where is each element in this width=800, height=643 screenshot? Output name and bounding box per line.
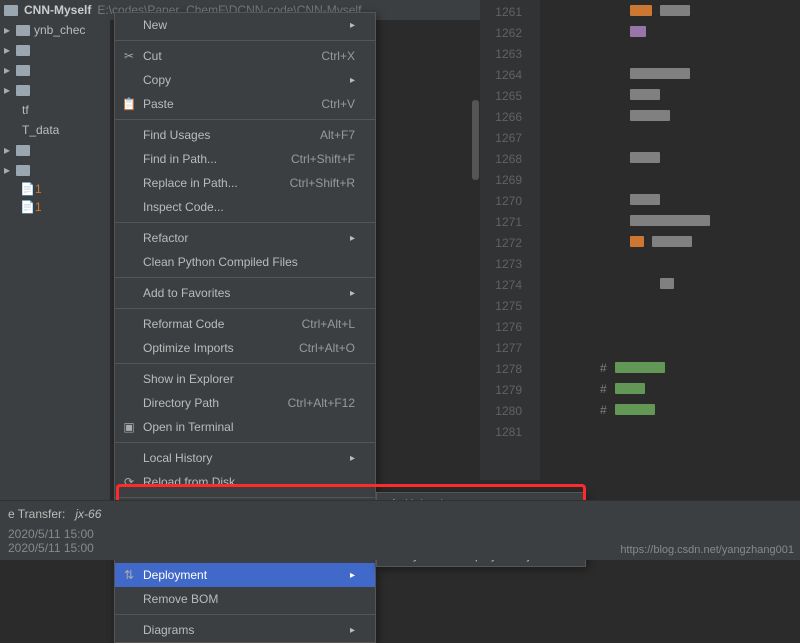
line-number: 1278 (480, 359, 522, 380)
menu-deployment[interactable]: ⇅Deployment▸ (115, 563, 375, 587)
line-number: 1277 (480, 338, 522, 359)
menu-separator (115, 40, 375, 41)
tree-item[interactable]: ▸ (0, 60, 110, 80)
chevron-right-icon: ▸ (350, 570, 355, 581)
chevron-right-icon: ▸ (4, 43, 12, 57)
menu-directory-path[interactable]: Directory PathCtrl+Alt+F12 (115, 391, 375, 415)
menu-reload-disk[interactable]: ⟳Reload from Disk (115, 470, 375, 494)
chevron-right-icon: ▸ (350, 625, 355, 636)
folder-icon (16, 165, 30, 176)
line-number: 1280 (480, 401, 522, 422)
line-number: 1263 (480, 44, 522, 65)
line-number: 1261 (480, 2, 522, 23)
menu-optimize-imports[interactable]: Optimize ImportsCtrl+Alt+O (115, 336, 375, 360)
menu-remove-bom[interactable]: Remove BOM (115, 587, 375, 611)
menu-copy[interactable]: Copy▸ (115, 68, 375, 92)
menu-diagrams[interactable]: Diagrams▸ (115, 618, 375, 642)
reload-icon: ⟳ (121, 475, 137, 489)
menu-clean-python[interactable]: Clean Python Compiled Files (115, 250, 375, 274)
tree-item[interactable]: ▸ynb_chec (0, 20, 110, 40)
chevron-right-icon: ▸ (350, 75, 355, 86)
menu-new[interactable]: New▸ (115, 13, 375, 37)
timestamp: 2020/5/11 15:00 (0, 527, 800, 541)
chevron-right-icon: ▸ (350, 453, 355, 464)
menu-separator (115, 497, 375, 498)
line-number: 1272 (480, 233, 522, 254)
menu-refactor[interactable]: Refactor▸ (115, 226, 375, 250)
chevron-right-icon: ▸ (4, 63, 12, 77)
line-number: 1275 (480, 296, 522, 317)
chevron-right-icon: ▸ (4, 23, 12, 37)
menu-separator (115, 119, 375, 120)
line-number: 1269 (480, 170, 522, 191)
clipboard-icon: 📋 (121, 97, 137, 111)
menu-find-usages[interactable]: Find UsagesAlt+F7 (115, 123, 375, 147)
chevron-right-icon: ▸ (350, 233, 355, 244)
menu-find-in-path[interactable]: Find in Path...Ctrl+Shift+F (115, 147, 375, 171)
scissors-icon: ✂ (121, 49, 137, 63)
menu-local-history[interactable]: Local History▸ (115, 446, 375, 470)
deployment-icon: ⇅ (121, 568, 137, 582)
line-number: 1268 (480, 149, 522, 170)
folder-icon (16, 45, 30, 56)
menu-reformat[interactable]: Reformat CodeCtrl+Alt+L (115, 312, 375, 336)
menu-separator (115, 614, 375, 615)
folder-icon (16, 85, 30, 96)
tree-item[interactable]: ▸ (0, 140, 110, 160)
chevron-right-icon: ▸ (4, 143, 12, 157)
line-number: 1273 (480, 254, 522, 275)
line-number: 1271 (480, 212, 522, 233)
line-number: 1265 (480, 86, 522, 107)
terminal-icon: ▣ (121, 420, 137, 434)
menu-separator (115, 222, 375, 223)
line-number: 1276 (480, 317, 522, 338)
annotate-badge: 📄 1 (20, 180, 110, 198)
transfer-label: e Transfer: (8, 507, 65, 521)
menu-inspect-code[interactable]: Inspect Code... (115, 195, 375, 219)
folder-icon (16, 145, 30, 156)
menu-paste[interactable]: 📋PasteCtrl+V (115, 92, 375, 116)
menu-separator (115, 308, 375, 309)
line-number: 1264 (480, 65, 522, 86)
chevron-right-icon: ▸ (4, 163, 12, 177)
project-name: CNN-Myself (24, 3, 91, 17)
chevron-right-icon: ▸ (350, 20, 355, 31)
tree-item[interactable]: ▸ (0, 80, 110, 100)
chevron-right-icon: ▸ (4, 83, 12, 97)
tree-item[interactable]: ▸ (0, 160, 110, 180)
menu-replace-in-path[interactable]: Replace in Path...Ctrl+Shift+R (115, 171, 375, 195)
line-number: 1267 (480, 128, 522, 149)
project-tree[interactable]: ▸ynb_chec ▸ ▸ ▸ tf T_data ▸ ▸ 📄 1 📄 1 (0, 20, 110, 540)
menu-separator (115, 363, 375, 364)
tree-item[interactable]: T_data (0, 120, 110, 140)
tree-item[interactable]: ▸ (0, 40, 110, 60)
line-number: 1266 (480, 107, 522, 128)
line-number: 1281 (480, 422, 522, 443)
annotate-badge: 📄 1 (20, 198, 110, 216)
line-number: 1262 (480, 23, 522, 44)
line-gutter: 1261126212631264126512661267126812691270… (480, 0, 540, 480)
scrollbar-thumb[interactable] (472, 100, 479, 180)
line-number: 1279 (480, 380, 522, 401)
editor-area[interactable]: # # # (540, 0, 800, 480)
folder-icon (4, 5, 18, 16)
chevron-right-icon: ▸ (350, 288, 355, 299)
folder-icon (16, 65, 30, 76)
transfer-host: jx-66 (75, 507, 101, 521)
menu-open-terminal[interactable]: ▣Open in Terminal (115, 415, 375, 439)
watermark: https://blog.csdn.net/yangzhang001 (620, 544, 794, 556)
menu-add-favorites[interactable]: Add to Favorites▸ (115, 281, 375, 305)
tree-item[interactable]: tf (0, 100, 110, 120)
menu-cut[interactable]: ✂CutCtrl+X (115, 44, 375, 68)
menu-show-explorer[interactable]: Show in Explorer (115, 367, 375, 391)
line-number: 1274 (480, 275, 522, 296)
menu-separator (115, 277, 375, 278)
folder-icon (16, 25, 30, 36)
line-number: 1270 (480, 191, 522, 212)
menu-separator (115, 442, 375, 443)
